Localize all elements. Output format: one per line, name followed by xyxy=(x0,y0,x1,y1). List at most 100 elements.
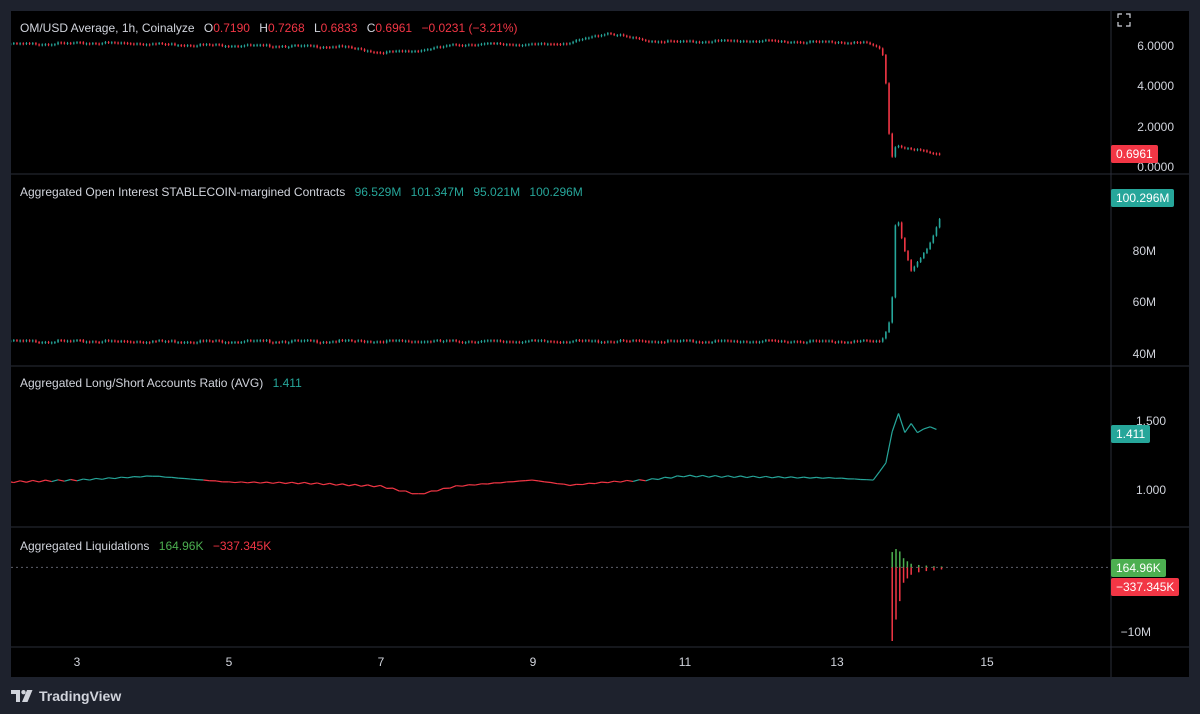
price-candle xyxy=(47,44,50,46)
ls-line-segment xyxy=(803,476,811,479)
price-candle xyxy=(518,44,521,46)
oi-candle xyxy=(749,341,751,343)
oi-candle xyxy=(651,341,653,343)
oi-candle xyxy=(638,340,641,342)
price-candle xyxy=(325,46,328,48)
oi-candle xyxy=(436,340,439,342)
oi-candle xyxy=(297,340,299,342)
oi-candle xyxy=(88,341,91,343)
price-candle xyxy=(550,43,552,45)
ls-line-segment xyxy=(765,475,773,479)
price-candle xyxy=(322,46,325,48)
price-candle xyxy=(584,37,587,40)
oi-candle xyxy=(828,340,830,342)
price-candle xyxy=(155,43,157,45)
price-candle xyxy=(224,45,227,47)
price-candle xyxy=(616,35,619,37)
price-candle xyxy=(300,45,303,47)
oi-candle xyxy=(850,342,852,344)
oi-candle xyxy=(935,227,938,236)
price-candle xyxy=(809,41,811,43)
ls-line-segment xyxy=(190,478,198,481)
oi-candle xyxy=(856,340,859,342)
price-candle xyxy=(291,45,293,47)
price-candle xyxy=(736,40,739,42)
x-tick: 5 xyxy=(225,655,233,669)
oi-candle xyxy=(325,341,328,343)
oi-candle xyxy=(300,340,303,342)
oi-candle xyxy=(540,340,543,342)
oi-axis-label: 40M xyxy=(1132,347,1156,361)
ls-line-segment xyxy=(487,482,495,485)
oi-candle xyxy=(900,222,903,239)
oi-candle xyxy=(480,341,483,343)
oi-candle xyxy=(673,340,675,342)
price-candle xyxy=(234,45,236,47)
ls-line-segment xyxy=(102,477,109,480)
ls-line-segment xyxy=(550,481,558,485)
oi-candle xyxy=(57,339,59,343)
chart-frame[interactable]: OM/USD Average, 1h, Coinalyze O0.7190 H0… xyxy=(11,11,1189,677)
oi-candle xyxy=(521,342,524,344)
price-candle xyxy=(57,42,59,45)
fullscreen-icon[interactable] xyxy=(1117,13,1131,27)
ls-line-segment xyxy=(854,478,861,481)
ls-line-segment xyxy=(70,478,78,482)
price-candle xyxy=(221,44,224,47)
oi-candle xyxy=(180,342,183,344)
price-candle xyxy=(509,44,511,46)
oi-axis-label: 60M xyxy=(1132,295,1156,309)
price-candle xyxy=(73,42,75,44)
oi-candle xyxy=(837,341,840,343)
price-candle xyxy=(761,40,764,42)
ls-line-segment xyxy=(203,479,210,482)
oi-candle xyxy=(76,339,78,341)
price-candle xyxy=(110,42,113,44)
price-candle xyxy=(588,37,590,39)
oi-candle xyxy=(878,340,881,342)
ls-line-segment xyxy=(772,476,779,479)
price-candle xyxy=(806,42,808,44)
price-candle xyxy=(19,43,21,45)
oi-candle xyxy=(455,340,457,342)
price-candle xyxy=(524,44,527,46)
ls-line-segment xyxy=(449,485,457,489)
ls-line-segment xyxy=(247,481,255,484)
oi-candle xyxy=(123,340,126,342)
price-candle xyxy=(534,43,536,45)
brand-name[interactable]: TradingView xyxy=(39,688,121,704)
oi-candle xyxy=(338,339,341,343)
price-candle xyxy=(379,52,382,54)
price-candle xyxy=(82,42,85,44)
oi-candle xyxy=(54,342,56,344)
price-candle xyxy=(714,40,717,42)
x-tick: 15 xyxy=(980,655,994,669)
oi-candle xyxy=(783,340,786,342)
oi-candle xyxy=(524,341,527,343)
oi-candle xyxy=(98,341,100,343)
chart-canvas[interactable] xyxy=(11,11,1189,677)
oi-candle xyxy=(562,341,565,343)
oi-candle xyxy=(840,341,843,343)
ls-line-segment xyxy=(380,484,387,489)
price-candle xyxy=(802,42,805,44)
price-candle xyxy=(117,42,119,44)
price-candle xyxy=(104,41,107,44)
oi-candle xyxy=(85,341,88,343)
price-candle xyxy=(660,41,663,43)
oi-candle xyxy=(332,341,334,343)
price-candle xyxy=(935,153,938,155)
price-candle xyxy=(420,50,423,52)
price-candle xyxy=(600,35,603,37)
price-candle xyxy=(392,51,394,53)
price-candle xyxy=(129,43,132,45)
ls-line-segment xyxy=(929,426,937,431)
tradingview-logo-icon[interactable] xyxy=(11,689,33,703)
oi-candle xyxy=(919,258,922,262)
price-candle xyxy=(275,46,277,48)
ls-line-segment xyxy=(228,481,236,484)
oi-candle xyxy=(733,340,736,342)
price-candle xyxy=(363,49,366,51)
price-candle xyxy=(227,45,230,47)
price-candle xyxy=(335,46,337,48)
